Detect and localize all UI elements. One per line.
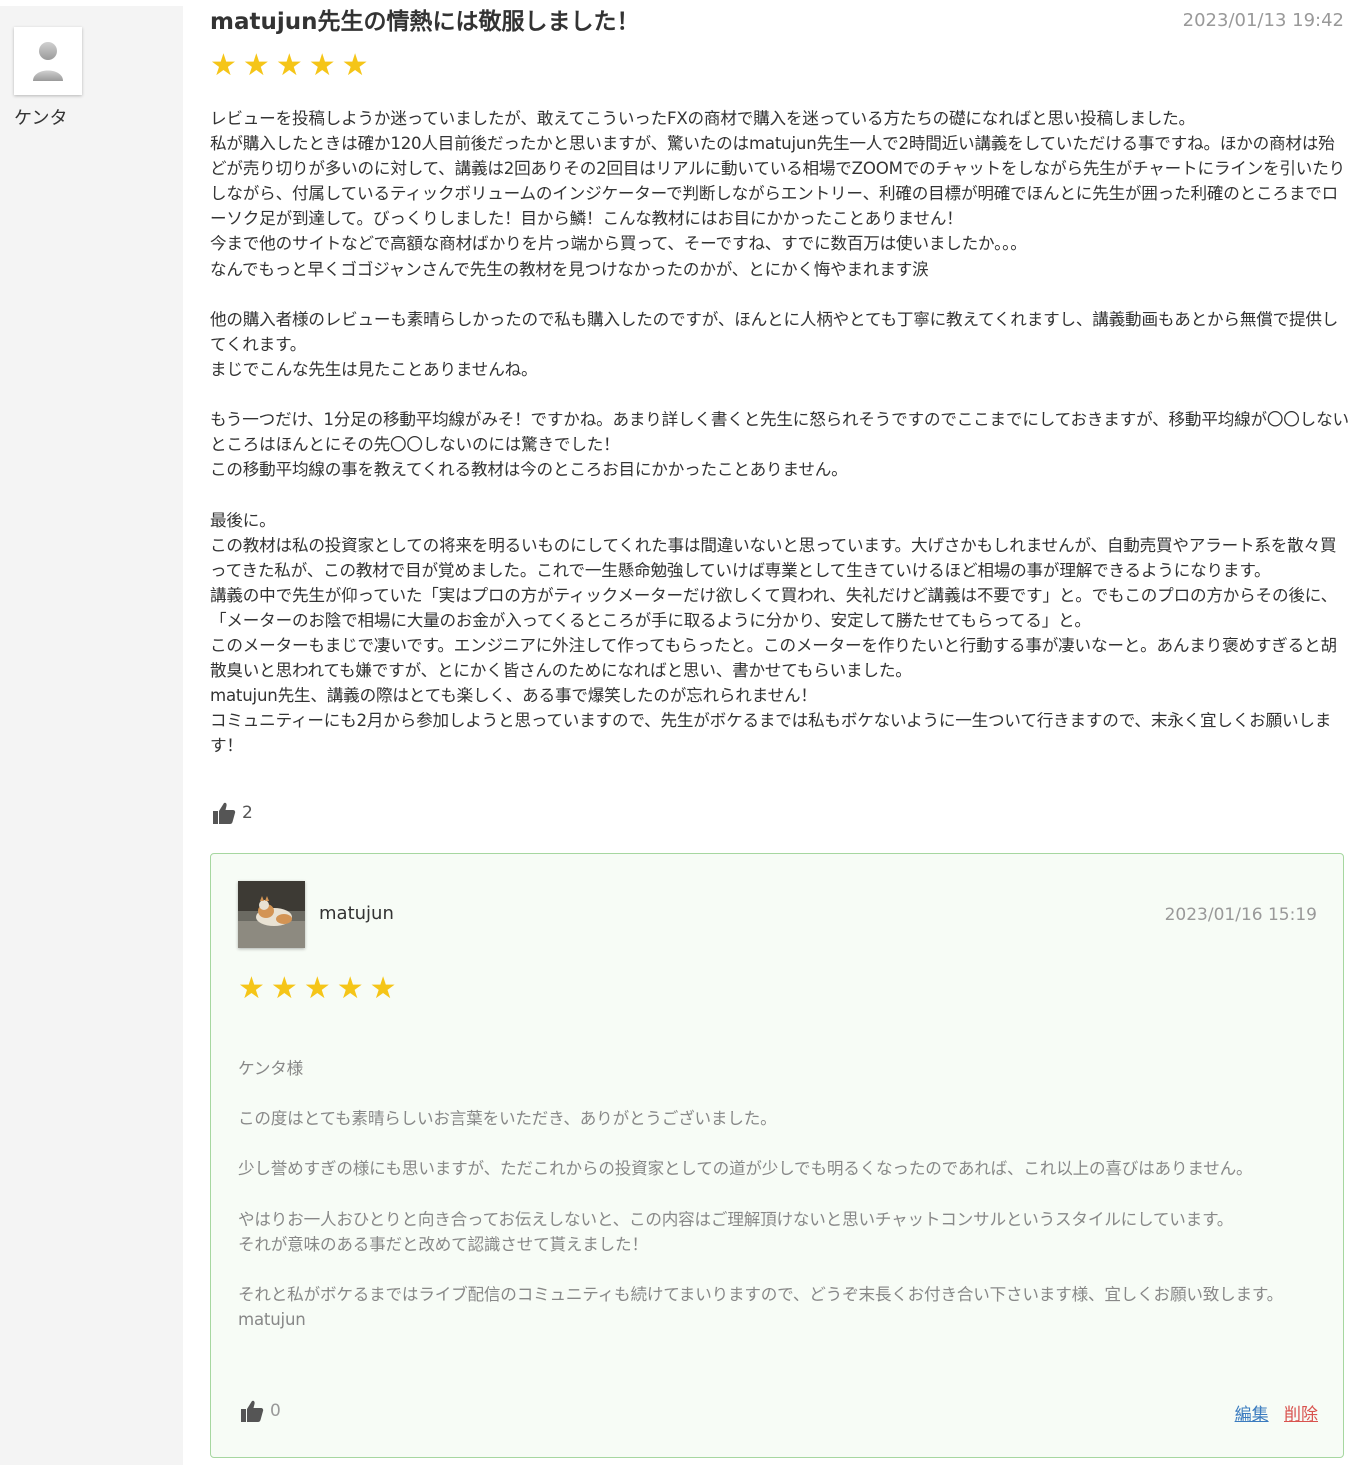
star-icon: ★	[308, 48, 336, 83]
seller-avatar	[238, 881, 305, 948]
review-date: 2023/01/13 19:42	[1182, 10, 1344, 31]
star-icon: ★	[242, 48, 270, 83]
star-icon: ★	[341, 48, 369, 83]
star-icon: ★	[210, 48, 237, 83]
review-title: matujun先生の情熱には敬服しました！	[210, 9, 640, 35]
reviewer-sidebar: ケンタ	[0, 6, 183, 1465]
reply-like-count: 0	[270, 1401, 281, 1421]
reply-date: 2023/01/16 15:19	[1164, 905, 1317, 925]
reviewer-name: ケンタ	[14, 108, 68, 129]
seller-name: matujun	[319, 903, 394, 924]
review-like-count: 2	[242, 803, 253, 823]
review-like-button[interactable]: 2	[212, 801, 253, 825]
reviewer-avatar	[14, 27, 82, 95]
delete-link[interactable]: 削除	[1284, 1405, 1318, 1425]
reply-body: ケンタ様 この度はとても素晴らしいお言葉をいただき、ありがとうございました。 少…	[238, 1059, 1284, 1329]
star-icon: ★	[336, 971, 364, 1006]
default-user-icon	[33, 42, 63, 81]
star-icon: ★	[303, 971, 331, 1006]
reply-actions: 編集 削除	[1235, 1400, 1318, 1425]
star-icon: ★	[238, 971, 265, 1006]
review-rating-stars: ★ ★ ★ ★ ★	[210, 51, 369, 81]
review-body: レビューを投稿しようか迷っていましたが、敢えてこういったFXの商材で購入を迷って…	[210, 109, 1349, 756]
star-icon: ★	[275, 48, 303, 83]
thumbs-up-icon	[213, 802, 236, 824]
thumbs-up-icon	[241, 1400, 264, 1422]
cat-photo-icon	[238, 881, 305, 948]
seller-reply: matujun 2023/01/16 15:19 ★ ★ ★ ★ ★ ケンタ様 …	[210, 853, 1344, 1458]
star-icon: ★	[270, 971, 298, 1006]
reply-like-button[interactable]: 0	[240, 1399, 281, 1423]
edit-link[interactable]: 編集	[1235, 1405, 1269, 1425]
star-icon: ★	[369, 971, 397, 1006]
reply-rating-stars: ★ ★ ★ ★ ★	[238, 974, 397, 1004]
